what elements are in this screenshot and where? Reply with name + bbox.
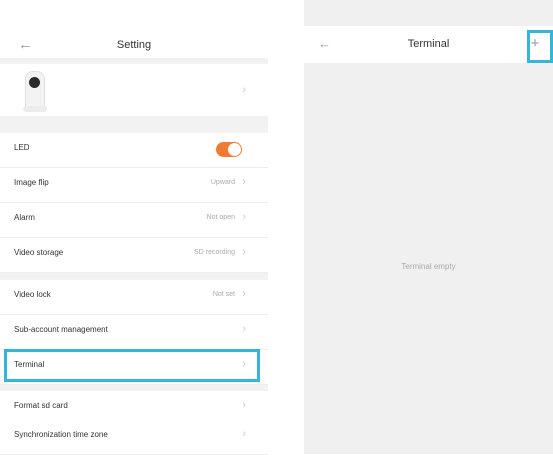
chevron-right-icon: › (242, 211, 246, 223)
row-value: Not open (206, 214, 235, 221)
video-storage-row[interactable]: Video storage SD recording › (0, 238, 268, 273)
chevron-right-icon: › (242, 246, 246, 258)
chevron-right-icon: › (242, 84, 246, 96)
settings-screen: ← Setting › LED Image flip Upward › Alar… (0, 0, 268, 455)
row-value: SD recording (194, 249, 235, 256)
led-row: LED (0, 133, 268, 168)
video-lock-row[interactable]: Video lock Not set › (0, 280, 268, 315)
chevron-right-icon: › (242, 323, 246, 335)
terminal-header: ← Terminal + (304, 26, 553, 63)
chevron-right-icon: › (242, 399, 246, 411)
toggle-knob (228, 143, 241, 156)
status-bar (304, 0, 553, 26)
row-value: Not set (212, 291, 235, 298)
device-item[interactable]: › (0, 64, 268, 116)
row-value: Upward (210, 179, 235, 186)
page-title: Setting (116, 39, 152, 51)
terminal-screen: ← Terminal + Terminal empty (304, 0, 553, 454)
row-label: LED (14, 143, 30, 152)
camera-image (23, 71, 47, 112)
chevron-right-icon: › (242, 176, 246, 188)
row-label: Video storage (14, 248, 64, 257)
led-toggle[interactable] (216, 142, 242, 157)
page-title: Terminal (407, 38, 450, 50)
alarm-row[interactable]: Alarm Not open › (0, 203, 268, 238)
section-divider (0, 273, 268, 280)
row-label: Format sd card (14, 401, 68, 410)
row-label: Alarm (14, 213, 35, 222)
chevron-right-icon: › (242, 428, 246, 440)
image-flip-row[interactable]: Image flip Upward › (0, 168, 268, 203)
terminal-highlight-box (4, 349, 260, 382)
row-label: Video lock (14, 290, 51, 299)
chevron-right-icon: › (242, 288, 246, 300)
camera-lens (29, 77, 40, 88)
gutter (268, 0, 304, 454)
sub-account-row[interactable]: Sub-account management › (0, 315, 268, 350)
row-label: Synchronization time zone (14, 430, 108, 439)
row-label: Image flip (14, 178, 49, 187)
section-divider (0, 116, 268, 133)
empty-state-text: Terminal empty (401, 262, 456, 271)
row-label: Sub-account management (14, 325, 108, 334)
camera-base (23, 106, 47, 112)
add-highlight-box (527, 30, 553, 63)
sync-timezone-row[interactable]: Synchronization time zone › (0, 420, 268, 455)
